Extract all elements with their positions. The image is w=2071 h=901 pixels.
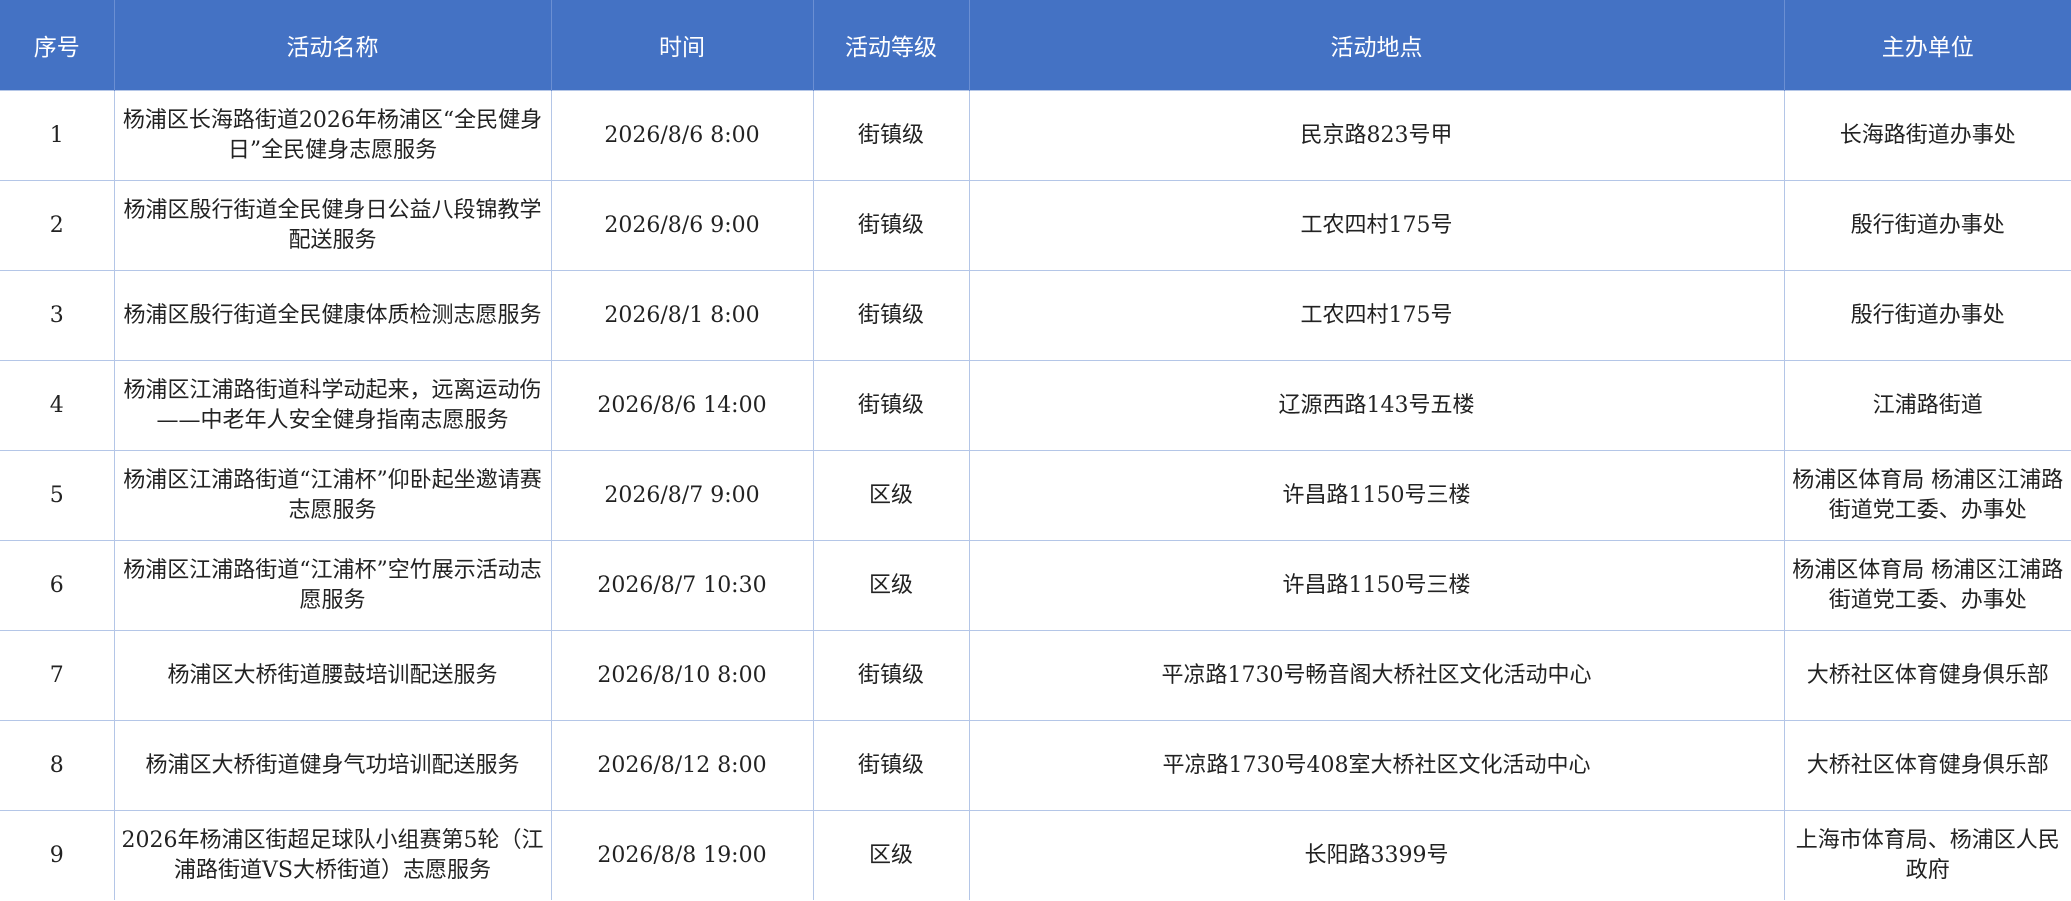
header-time[interactable]: 时间: [551, 0, 814, 91]
cell-index: 7: [0, 630, 115, 721]
cell-location: 许昌路1150号三楼: [968, 540, 1785, 631]
table-row[interactable]: 9 2026年杨浦区街超足球队小组赛第5轮（江浦路街道VS大桥街道）志愿服务 2…: [0, 810, 2071, 900]
cell-location: 民京路823号甲: [968, 90, 1785, 181]
table-row[interactable]: 7 杨浦区大桥街道腰鼓培训配送服务 2026/8/10 8:00 街镇级 平凉路…: [0, 630, 2071, 721]
cell-index: 9: [0, 810, 115, 900]
cell-activity-name: 杨浦区殷行街道全民健康体质检测志愿服务: [113, 270, 552, 361]
activity-table: 序号 活动名称 时间 活动等级 活动地点 主办单位 1 杨浦区长海路街道2026…: [0, 0, 2071, 900]
table-row[interactable]: 2 杨浦区殷行街道全民健身日公益八段锦教学配送服务 2026/8/6 9:00 …: [0, 180, 2071, 271]
cell-time: 2026/8/6 8:00: [550, 90, 814, 181]
table-row[interactable]: 3 杨浦区殷行街道全民健康体质检测志愿服务 2026/8/1 8:00 街镇级 …: [0, 270, 2071, 361]
cell-time: 2026/8/1 8:00: [550, 270, 814, 361]
cell-level: 街镇级: [812, 270, 970, 361]
cell-organizer: 殷行街道办事处: [1783, 180, 2071, 271]
table-row[interactable]: 4 杨浦区江浦路街道科学动起来，远离运动伤——中老年人安全健身指南志愿服务 20…: [0, 360, 2071, 451]
table-row[interactable]: 6 杨浦区江浦路街道“江浦杯”空竹展示活动志愿服务 2026/8/7 10:30…: [0, 540, 2071, 631]
header-location[interactable]: 活动地点: [969, 0, 1785, 91]
cell-index: 5: [0, 450, 115, 541]
cell-time: 2026/8/10 8:00: [550, 630, 814, 721]
cell-activity-name: 杨浦区大桥街道腰鼓培训配送服务: [113, 630, 552, 721]
cell-location: 工农四村175号: [968, 270, 1785, 361]
cell-time: 2026/8/6 14:00: [550, 360, 814, 451]
cell-activity-name: 杨浦区江浦路街道“江浦杯”空竹展示活动志愿服务: [113, 540, 552, 631]
cell-organizer: 长海路街道办事处: [1783, 90, 2071, 181]
cell-location: 工农四村175号: [968, 180, 1785, 271]
cell-location: 平凉路1730号408室大桥社区文化活动中心: [968, 720, 1785, 811]
cell-activity-name: 杨浦区江浦路街道“江浦杯”仰卧起坐邀请赛志愿服务: [113, 450, 552, 541]
table-header-row: 序号 活动名称 时间 活动等级 活动地点 主办单位: [0, 0, 2071, 91]
cell-activity-name: 2026年杨浦区街超足球队小组赛第5轮（江浦路街道VS大桥街道）志愿服务: [113, 810, 552, 900]
header-level[interactable]: 活动等级: [813, 0, 970, 91]
cell-index: 4: [0, 360, 115, 451]
cell-location: 辽源西路143号五楼: [968, 360, 1785, 451]
cell-time: 2026/8/7 10:30: [550, 540, 814, 631]
table-row[interactable]: 1 杨浦区长海路街道2026年杨浦区“全民健身日”全民健身志愿服务 2026/8…: [0, 90, 2071, 181]
cell-level: 区级: [812, 540, 970, 631]
cell-organizer: 殷行街道办事处: [1783, 270, 2071, 361]
cell-index: 6: [0, 540, 115, 631]
cell-index: 2: [0, 180, 115, 271]
cell-activity-name: 杨浦区殷行街道全民健身日公益八段锦教学配送服务: [113, 180, 552, 271]
header-organizer[interactable]: 主办单位: [1784, 0, 2071, 91]
cell-organizer: 杨浦区体育局 杨浦区江浦路街道党工委、办事处: [1783, 450, 2071, 541]
cell-organizer: 杨浦区体育局 杨浦区江浦路街道党工委、办事处: [1783, 540, 2071, 631]
cell-level: 街镇级: [812, 180, 970, 271]
cell-location: 平凉路1730号畅音阁大桥社区文化活动中心: [968, 630, 1785, 721]
cell-level: 区级: [812, 450, 970, 541]
cell-time: 2026/8/7 9:00: [550, 450, 814, 541]
table-row[interactable]: 5 杨浦区江浦路街道“江浦杯”仰卧起坐邀请赛志愿服务 2026/8/7 9:00…: [0, 450, 2071, 541]
cell-organizer: 江浦路街道: [1783, 360, 2071, 451]
cell-index: 3: [0, 270, 115, 361]
cell-activity-name: 杨浦区江浦路街道科学动起来，远离运动伤——中老年人安全健身指南志愿服务: [113, 360, 552, 451]
cell-organizer: 大桥社区体育健身俱乐部: [1783, 630, 2071, 721]
cell-level: 街镇级: [812, 720, 970, 811]
cell-level: 街镇级: [812, 630, 970, 721]
cell-activity-name: 杨浦区长海路街道2026年杨浦区“全民健身日”全民健身志愿服务: [113, 90, 552, 181]
cell-time: 2026/8/6 9:00: [550, 180, 814, 271]
cell-index: 1: [0, 90, 115, 181]
cell-time: 2026/8/12 8:00: [550, 720, 814, 811]
cell-location: 许昌路1150号三楼: [968, 450, 1785, 541]
cell-level: 街镇级: [812, 90, 970, 181]
cell-organizer: 大桥社区体育健身俱乐部: [1783, 720, 2071, 811]
table-row[interactable]: 8 杨浦区大桥街道健身气功培训配送服务 2026/8/12 8:00 街镇级 平…: [0, 720, 2071, 811]
header-index[interactable]: 序号: [0, 0, 115, 91]
header-activity-name[interactable]: 活动名称: [114, 0, 552, 91]
cell-level: 区级: [812, 810, 970, 900]
cell-index: 8: [0, 720, 115, 811]
cell-activity-name: 杨浦区大桥街道健身气功培训配送服务: [113, 720, 552, 811]
cell-location: 长阳路3399号: [968, 810, 1785, 900]
cell-time: 2026/8/8 19:00: [550, 810, 814, 900]
cell-organizer: 上海市体育局、杨浦区人民政府: [1783, 810, 2071, 900]
cell-level: 街镇级: [812, 360, 970, 451]
